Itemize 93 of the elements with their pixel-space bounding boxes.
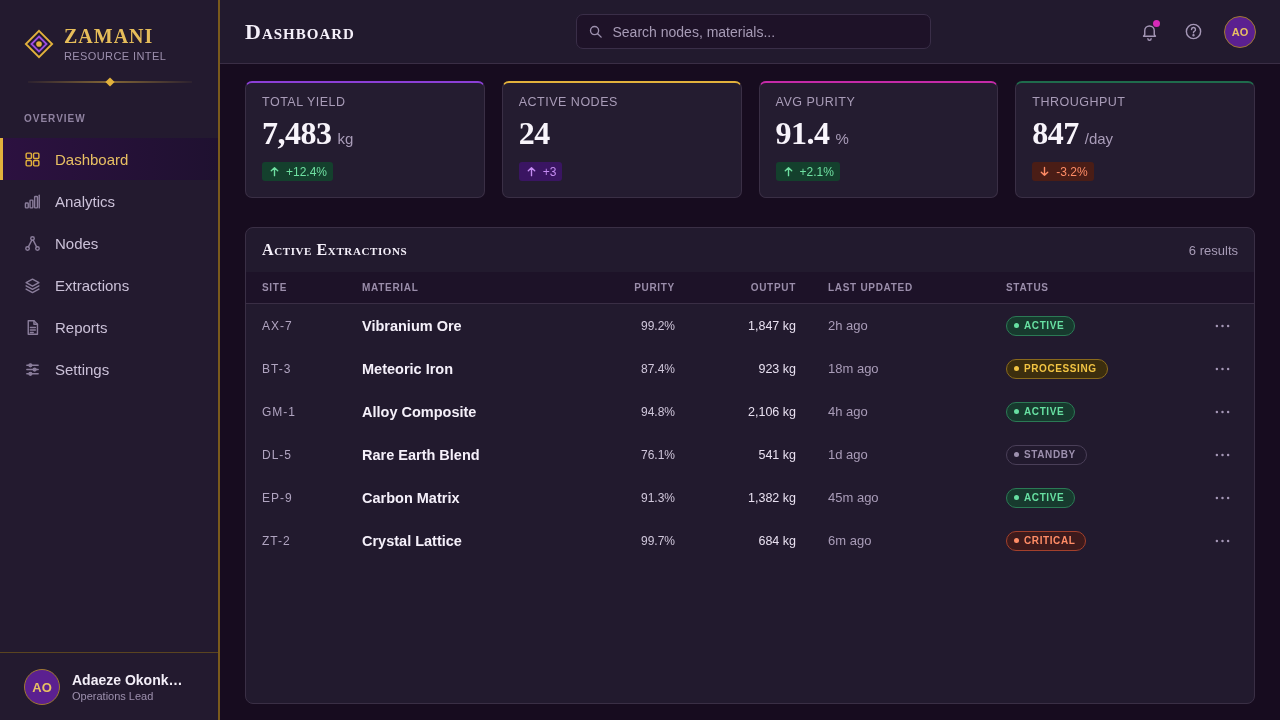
- updated-cell-text: 6m ago: [827, 533, 873, 548]
- stat-label: THROUGHPUT: [1032, 94, 1127, 110]
- sliders-icon: [24, 360, 41, 378]
- search-field[interactable]: Search nodes, materials...: [575, 14, 931, 49]
- stat-label: AVG PURITY: [775, 94, 857, 110]
- material-cell-text: Rare Earth Blend: [362, 446, 481, 463]
- network-icon: [24, 234, 41, 252]
- output-cell: 1,847 kg: [748, 318, 796, 333]
- site-cell-text: EP-9: [262, 490, 294, 505]
- output-cell: 541 kg: [758, 447, 796, 462]
- sidebar-item[interactable]: Analytics: [0, 180, 218, 222]
- layers-icon: [24, 276, 41, 294]
- output-cell: 684 kg: [758, 533, 796, 548]
- column-header: OUTPUT: [750, 282, 796, 293]
- status-badge: ACTIVE: [1006, 401, 1076, 422]
- stat-unit: /day: [1084, 130, 1114, 147]
- site-cell-text: AX-7: [262, 318, 294, 333]
- user-avatar[interactable]: AO: [1224, 15, 1256, 48]
- user-name: Adaeze Okonk…: [72, 670, 183, 689]
- help-icon: [1183, 22, 1203, 41]
- stat-value: 24: [518, 115, 550, 151]
- change-badge: +2.1%: [775, 162, 840, 181]
- updated-cell-text: 4h ago: [827, 404, 869, 419]
- stat-unit: %: [835, 130, 849, 147]
- stat-label: TOTAL YIELD: [262, 94, 347, 110]
- search-icon: [587, 24, 603, 39]
- status-dot-icon: [1014, 538, 1019, 543]
- material-cell-text: Vibranium Ore: [362, 317, 463, 334]
- updated-cell-text: 18m ago: [827, 361, 880, 376]
- stat-value: 847: [1032, 115, 1079, 151]
- column-header: PURITY: [634, 282, 675, 293]
- more-icon: [1214, 452, 1230, 457]
- material-cell-text: Crystal Lattice: [362, 532, 463, 549]
- grid-icon: [24, 150, 41, 168]
- more-icon: [1214, 323, 1230, 328]
- stat-value: 7,483: [262, 115, 332, 151]
- change-badge: -3.2%: [1032, 162, 1094, 181]
- output-cell: 2,106 kg: [748, 404, 796, 419]
- more-icon: [1214, 538, 1230, 543]
- sidebar-item[interactable]: Extractions: [0, 264, 218, 306]
- status-badge: CRITICAL: [1006, 530, 1087, 551]
- panel-title: Active Extractions: [262, 241, 408, 259]
- bar-chart-icon: [24, 192, 41, 210]
- result-count: 6 results: [1188, 242, 1238, 258]
- status-dot-icon: [1014, 452, 1019, 457]
- purity-cell: 99.7%: [640, 533, 675, 548]
- purity-cell: 94.8%: [640, 404, 675, 419]
- sidebar-item[interactable]: Settings: [0, 348, 218, 390]
- status-badge: ACTIVE: [1006, 315, 1076, 336]
- more-icon: [1214, 495, 1230, 500]
- stat-value: 91.4: [775, 115, 830, 151]
- section-label: OVERVIEW: [23, 113, 87, 125]
- more-icon: [1214, 366, 1230, 371]
- column-header: LAST UPDATED: [827, 282, 914, 293]
- purity-cell: 99.2%: [640, 318, 675, 333]
- purity-cell: 76.1%: [640, 447, 675, 462]
- column-header: MATERIAL: [362, 282, 420, 293]
- logo-icon: [24, 29, 54, 59]
- more-icon: [1214, 409, 1230, 414]
- updated-cell-text: 2h ago: [827, 318, 869, 333]
- stat-label: ACTIVE NODES: [518, 94, 619, 110]
- status-dot-icon: [1014, 366, 1019, 371]
- sidebar-item[interactable]: Reports: [0, 306, 218, 348]
- sidebar-item[interactable]: Nodes: [0, 222, 218, 264]
- material-cell-text: Meteoric Iron: [362, 360, 455, 377]
- site-cell-text: ZT-2: [262, 533, 292, 548]
- status-dot-icon: [1014, 409, 1019, 414]
- status-badge: ACTIVE: [1006, 487, 1076, 508]
- status-dot-icon: [1014, 323, 1019, 328]
- output-cell: 923 kg: [758, 361, 796, 376]
- site-cell-text: DL-5: [262, 447, 293, 462]
- purity-cell: 87.4%: [640, 361, 675, 376]
- updated-cell-text: 1d ago: [827, 447, 869, 462]
- brand-name: ZAMANI: [64, 25, 155, 47]
- page-title: Dashboard: [245, 18, 355, 45]
- status-dot-icon: [1014, 495, 1019, 500]
- change-badge: +3: [518, 162, 563, 181]
- site-cell-text: GM-1: [262, 404, 297, 419]
- change-badge: +12.4%: [262, 162, 334, 181]
- column-header: STATUS: [1006, 282, 1050, 293]
- user-role: Operations Lead: [72, 688, 155, 704]
- purity-cell: 91.3%: [640, 490, 675, 505]
- site-cell-text: BT-3: [262, 361, 293, 376]
- user-avatar[interactable]: AO: [24, 669, 60, 705]
- updated-cell-text: 45m ago: [827, 490, 880, 505]
- sidebar-item[interactable]: Dashboard: [0, 138, 218, 180]
- material-cell-text: Alloy Composite: [362, 403, 478, 420]
- status-badge: PROCESSING: [1006, 358, 1108, 379]
- stat-unit: kg: [337, 130, 354, 147]
- brand-tagline: RESOURCE INTEL: [64, 49, 167, 63]
- material-cell-text: Carbon Matrix: [362, 489, 461, 506]
- column-header: SITE: [262, 282, 289, 293]
- output-cell: 1,382 kg: [748, 490, 796, 505]
